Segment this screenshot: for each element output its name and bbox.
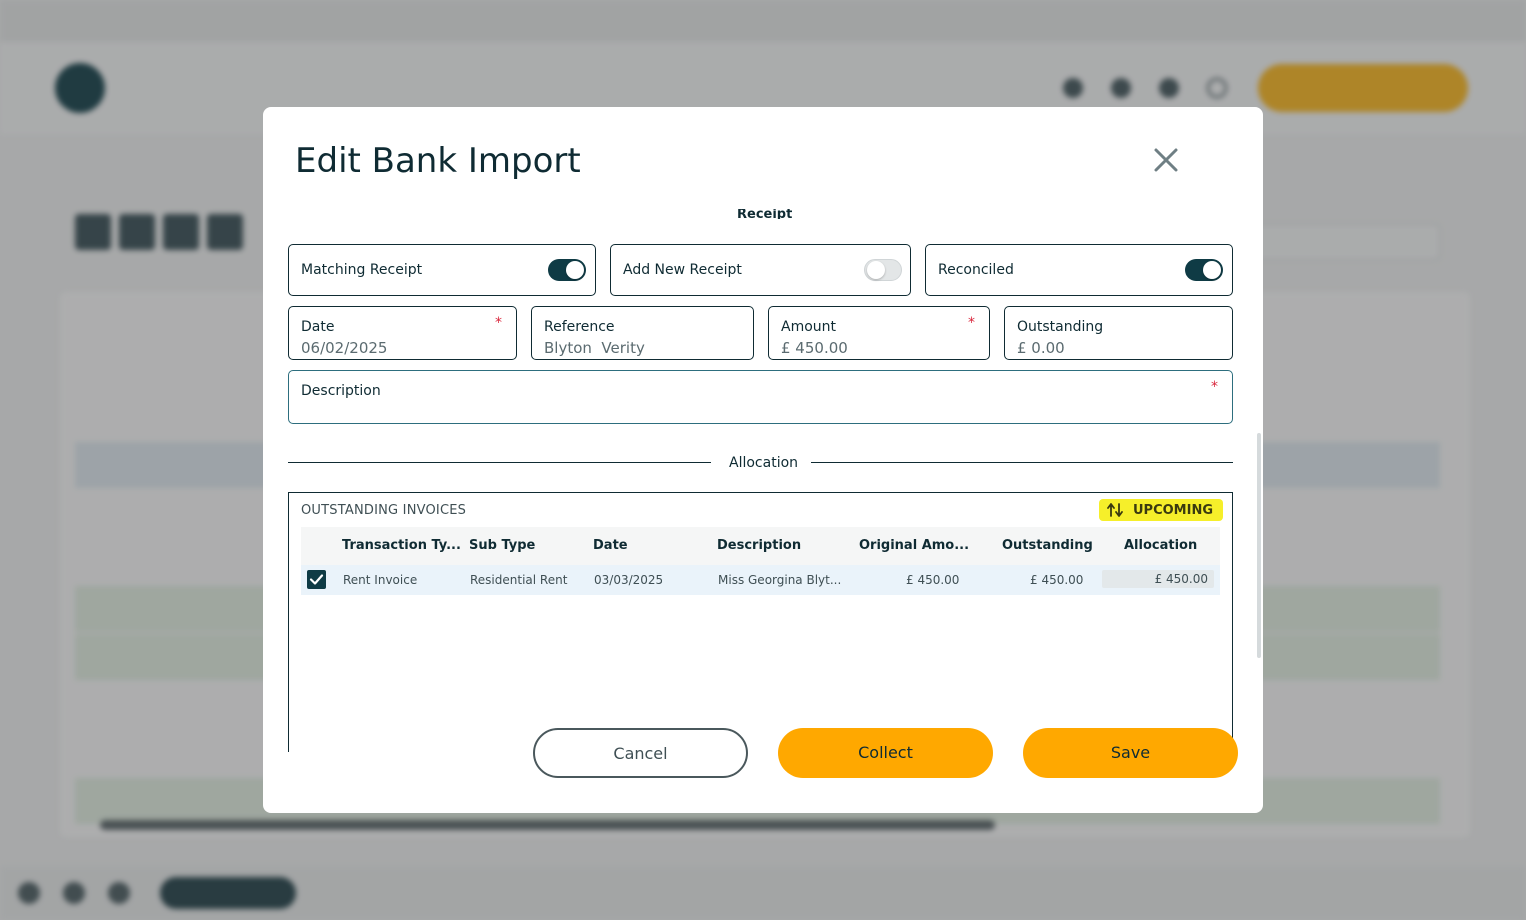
reference-label: Reference (544, 319, 615, 335)
divider-right (811, 462, 1233, 463)
invoices-table-header: Transaction Ty... Sub Type Date Descript… (301, 527, 1220, 565)
dialog-scrollbar[interactable] (1257, 433, 1261, 658)
column-outstanding[interactable]: Outstanding (1002, 538, 1093, 553)
reconciled-field: Reconciled (925, 244, 1233, 296)
column-transaction-type[interactable]: Transaction Ty... (342, 538, 461, 553)
allocation-heading: Allocation (729, 455, 799, 471)
cell-outstanding: £ 450.00 (1030, 573, 1084, 587)
matching-receipt-field: Matching Receipt (288, 244, 596, 296)
cell-sub-type: Residential Rent (470, 573, 568, 587)
outstanding-invoices-panel: OUTSTANDING INVOICES UPCOMING Transactio… (288, 492, 1233, 752)
reconciled-label: Reconciled (938, 262, 1014, 278)
allocation-input[interactable] (1102, 570, 1214, 588)
close-icon[interactable] (1151, 145, 1181, 175)
toggle-knob (867, 261, 885, 279)
outstanding-label: Outstanding (1017, 319, 1104, 335)
date-label: Date (301, 319, 335, 335)
invoices-title: OUTSTANDING INVOICES (301, 503, 467, 518)
dialog-title: Edit Bank Import (295, 141, 581, 181)
divider-left (288, 462, 711, 463)
badge-label: UPCOMING (1133, 502, 1213, 518)
amount-value: £ 450.00 (781, 339, 848, 357)
cell-date: 03/03/2025 (594, 573, 664, 587)
add-new-receipt-label: Add New Receipt (623, 262, 742, 278)
amount-field[interactable]: Amount * £ 450.00 (768, 306, 990, 360)
matching-receipt-toggle[interactable] (548, 259, 586, 281)
upcoming-badge[interactable]: UPCOMING (1099, 499, 1223, 521)
reference-field[interactable]: Reference Blyton Verity (531, 306, 754, 360)
column-description[interactable]: Description (717, 538, 801, 553)
matching-receipt-label: Matching Receipt (301, 262, 423, 278)
cell-transaction-type: Rent Invoice (343, 573, 418, 587)
section-heading-receipt: Receipt (737, 209, 793, 219)
swap-icon (1107, 503, 1123, 517)
column-date[interactable]: Date (593, 538, 628, 553)
amount-label: Amount (781, 319, 837, 335)
reference-value: Blyton Verity (544, 339, 645, 357)
column-sub-type[interactable]: Sub Type (469, 538, 535, 553)
edit-bank-import-dialog: Edit Bank Import Receipt Matching Receip… (263, 107, 1263, 813)
save-button[interactable]: Save (1023, 728, 1238, 778)
cell-original-amount: £ 450.00 (906, 573, 960, 587)
description-label: Description (301, 383, 381, 399)
add-new-receipt-field: Add New Receipt (610, 244, 911, 296)
toggle-knob (1203, 261, 1221, 279)
table-row[interactable]: Rent Invoice Residential Rent 03/03/2025… (301, 565, 1220, 595)
column-allocation[interactable]: Allocation (1124, 538, 1197, 553)
required-marker: * (495, 315, 502, 331)
required-marker: * (968, 315, 975, 331)
cell-description: Miss Georgina Blyt... (718, 573, 842, 587)
required-marker: * (1211, 379, 1218, 395)
cancel-button[interactable]: Cancel (533, 728, 748, 778)
check-icon (309, 574, 324, 585)
date-value: 06/02/2025 (301, 339, 388, 357)
collect-button[interactable]: Collect (778, 728, 993, 778)
outstanding-field[interactable]: Outstanding £ 0.00 (1004, 306, 1233, 360)
reconciled-toggle[interactable] (1185, 259, 1223, 281)
outstanding-value: £ 0.00 (1017, 339, 1065, 357)
column-original-amount[interactable]: Original Amo... (859, 538, 969, 553)
add-new-receipt-toggle[interactable] (864, 259, 902, 281)
date-field[interactable]: Date * 06/02/2025 (288, 306, 517, 360)
toggle-knob (566, 261, 584, 279)
description-field[interactable]: Description * (288, 370, 1233, 424)
row-checkbox[interactable] (307, 570, 326, 589)
